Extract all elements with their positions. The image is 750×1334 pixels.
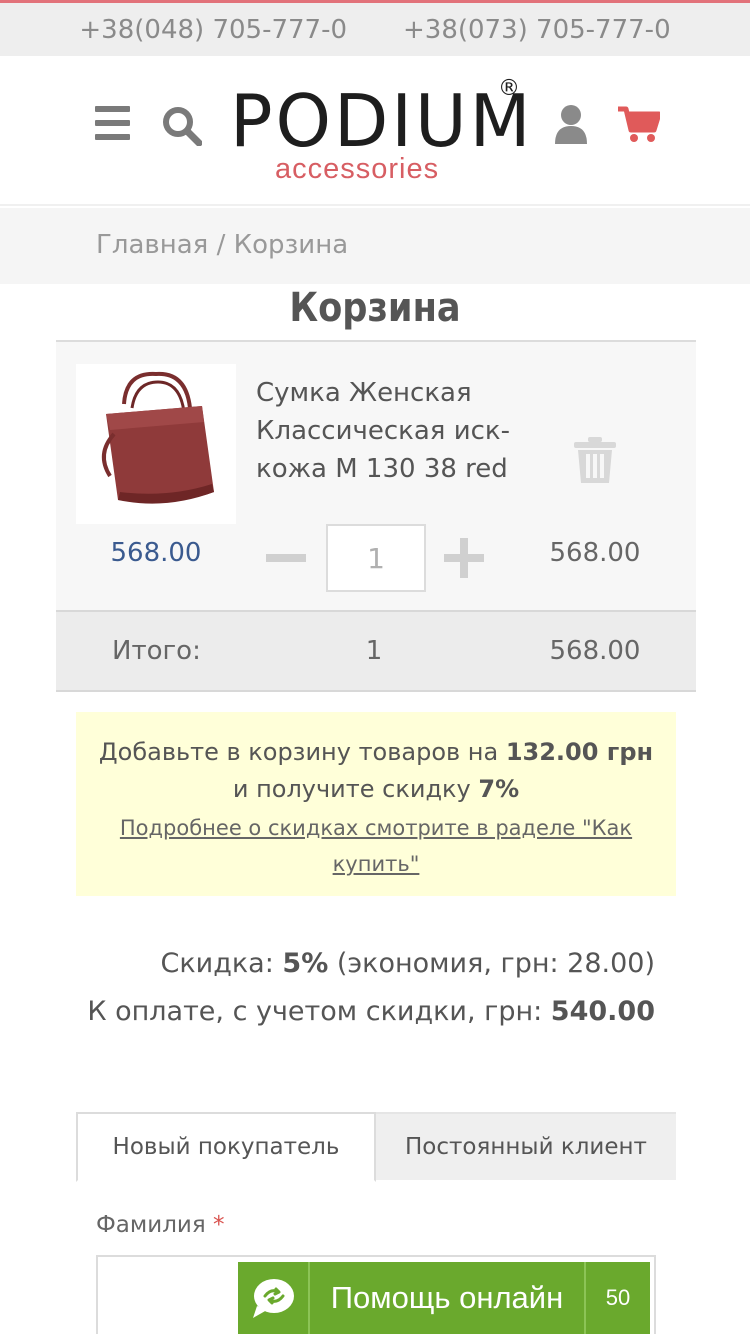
logo-registered-mark: ® (498, 76, 520, 101)
phone-bar: +38(048) 705-777-0 +38(073) 705-777-0 (0, 3, 750, 56)
line-total: 568.00 (549, 538, 641, 568)
trash-icon[interactable] (574, 437, 616, 483)
product-name[interactable]: Сумка Женская Классическая иск-кожа М 13… (256, 374, 546, 488)
cart-totals-row: Итого: 1 568.00 (56, 610, 696, 692)
cart-item-row: Сумка Женская Классическая иск-кожа М 13… (56, 340, 696, 610)
breadcrumb: Главная / Корзина (0, 208, 750, 284)
tab-new-customer[interactable]: Новый покупатель (76, 1112, 376, 1182)
breadcrumb-home-link[interactable]: Главная (96, 230, 208, 260)
search-icon[interactable] (162, 106, 202, 146)
decrease-quantity-button[interactable] (266, 554, 306, 562)
chat-bubble-icon (238, 1262, 310, 1334)
promo-discount: 7% (478, 775, 520, 803)
customer-tabs: Новый покупатель Постоянный клиент (76, 1112, 676, 1182)
logo[interactable]: PODIUM ® accessories (230, 76, 530, 191)
discount-info-link[interactable]: Подробнее о скидках смотрите в раделе "К… (116, 810, 636, 882)
totals-count: 1 (365, 636, 383, 666)
menu-icon[interactable] (95, 106, 130, 140)
payable-line: К оплате, с учетом скидки, грн: 540.00 (87, 996, 655, 1027)
site-header: PODIUM ® accessories (0, 56, 750, 206)
product-image[interactable] (76, 364, 236, 524)
breadcrumb-current: Корзина (233, 230, 349, 260)
discount-promo-box: Добавьте в корзину товаров на 132.00 грн… (76, 712, 676, 896)
phone-link-1[interactable]: +38(048) 705-777-0 (79, 15, 347, 45)
online-help-button[interactable]: Помощь онлайн 50 (238, 1262, 650, 1334)
chat-count-badge: 50 (605, 1285, 631, 1310)
promo-line-2: и получите скидку 7% (232, 775, 520, 803)
promo-line-1: Добавьте в корзину товаров на 132.00 грн (98, 738, 654, 766)
required-mark: * (213, 1212, 225, 1238)
user-icon[interactable] (553, 104, 589, 144)
promo-amount: 132.00 грн (505, 738, 654, 766)
discount-summary: Скидка: 5% (экономия, грн: 28.00) К опла… (60, 940, 655, 1036)
discount-percent: 5% (282, 948, 329, 979)
chat-label: Помощь онлайн (310, 1262, 586, 1334)
payable-amount: 540.00 (550, 996, 655, 1027)
increase-quantity-button[interactable] (444, 538, 484, 578)
totals-sum: 568.00 (549, 636, 641, 666)
breadcrumb-separator: / (216, 230, 226, 260)
unit-price: 568.00 (110, 538, 202, 568)
cart-icon[interactable] (618, 106, 660, 144)
quantity-input[interactable] (326, 524, 426, 592)
phone-link-2[interactable]: +38(073) 705-777-0 (403, 15, 671, 45)
tab-returning-customer[interactable]: Постоянный клиент (376, 1112, 676, 1180)
totals-label: Итого: (112, 636, 201, 666)
discount-line: Скидка: 5% (экономия, грн: 28.00) (160, 948, 655, 979)
surname-label: Фамилия * (96, 1212, 225, 1238)
page-title: Корзина (289, 285, 461, 331)
logo-subtitle: accessories (275, 153, 440, 185)
